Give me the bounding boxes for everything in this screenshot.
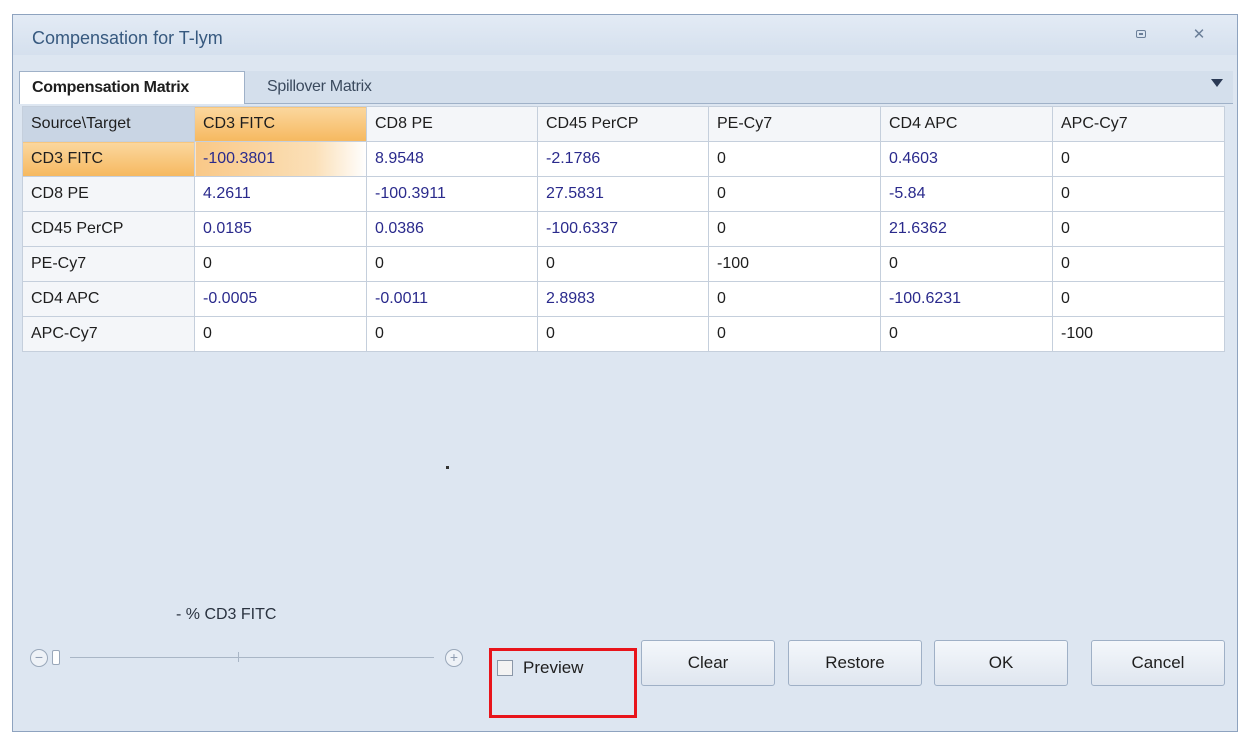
matrix-cell[interactable]: -100.6337 bbox=[537, 211, 709, 247]
tab-dropdown-icon[interactable] bbox=[1211, 79, 1223, 87]
corner-header: Source\Target bbox=[22, 106, 195, 142]
matrix-cell[interactable]: -100 bbox=[1052, 316, 1225, 352]
cancel-button[interactable]: Cancel bbox=[1091, 640, 1225, 686]
matrix-cell[interactable]: 0 bbox=[194, 246, 367, 282]
tab-spillover-matrix[interactable]: Spillover Matrix bbox=[255, 71, 384, 103]
restore-button[interactable]: Restore bbox=[788, 640, 922, 686]
table-row: CD8 PE 4.2611 -100.3911 27.5831 0 -5.84 0 bbox=[22, 176, 1225, 212]
matrix-cell[interactable]: -100.3911 bbox=[366, 176, 538, 212]
window-title: Compensation for T-lym bbox=[32, 28, 223, 48]
matrix-cell[interactable]: 0 bbox=[1052, 141, 1225, 177]
compensation-matrix-grid: Source\Target CD3 FITC CD8 PE CD45 PerCP… bbox=[22, 106, 1225, 352]
matrix-cell[interactable]: -100.6231 bbox=[880, 281, 1053, 317]
matrix-cell[interactable]: 0 bbox=[537, 316, 709, 352]
column-header[interactable]: CD3 FITC bbox=[194, 106, 367, 142]
matrix-cell[interactable]: 0 bbox=[537, 246, 709, 282]
matrix-cell[interactable]: 4.2611 bbox=[194, 176, 367, 212]
matrix-cell[interactable]: 0 bbox=[708, 316, 881, 352]
header-row: Source\Target CD3 FITC CD8 PE CD45 PerCP… bbox=[22, 106, 1225, 142]
close-icon[interactable]: ✕ bbox=[1189, 26, 1209, 44]
matrix-cell[interactable]: 2.8983 bbox=[537, 281, 709, 317]
ok-button[interactable]: OK bbox=[934, 640, 1068, 686]
clear-button[interactable]: Clear bbox=[641, 640, 775, 686]
row-header[interactable]: CD8 PE bbox=[22, 176, 195, 212]
matrix-cell[interactable]: -100.3801 bbox=[194, 141, 367, 177]
table-row: CD4 APC -0.0005 -0.0011 2.8983 0 -100.6231 0 bbox=[22, 281, 1225, 317]
zoom-label: - % CD3 FITC bbox=[176, 606, 277, 623]
tab-strip: Compensation Matrix Spillover Matrix bbox=[19, 71, 1233, 104]
row-header[interactable]: CD45 PerCP bbox=[22, 211, 195, 247]
column-header[interactable]: CD45 PerCP bbox=[537, 106, 709, 142]
matrix-cell[interactable]: 0 bbox=[708, 211, 881, 247]
matrix-cell[interactable]: 0 bbox=[880, 246, 1053, 282]
matrix-cell[interactable]: 0.4603 bbox=[880, 141, 1053, 177]
matrix-cell[interactable]: 8.9548 bbox=[366, 141, 538, 177]
restore-window-icon[interactable] bbox=[1131, 26, 1151, 44]
row-header[interactable]: CD4 APC bbox=[22, 281, 195, 317]
matrix-cell[interactable]: 0 bbox=[708, 176, 881, 212]
tab-compensation-matrix[interactable]: Compensation Matrix bbox=[19, 71, 245, 104]
zoom-slider-tick bbox=[238, 652, 239, 662]
row-header[interactable]: PE-Cy7 bbox=[22, 246, 195, 282]
matrix-cell[interactable]: -0.0005 bbox=[194, 281, 367, 317]
matrix-cell[interactable]: -0.0011 bbox=[366, 281, 538, 317]
stray-dot bbox=[446, 466, 449, 469]
matrix-cell[interactable]: 0 bbox=[708, 281, 881, 317]
table-row: CD3 FITC -100.3801 8.9548 -2.1786 0 0.4603 0 bbox=[22, 141, 1225, 177]
matrix-cell[interactable]: 0 bbox=[366, 316, 538, 352]
preview-checkbox[interactable] bbox=[497, 660, 513, 676]
matrix-cell[interactable]: -100 bbox=[708, 246, 881, 282]
matrix-cell[interactable]: -2.1786 bbox=[537, 141, 709, 177]
matrix-cell[interactable]: 27.5831 bbox=[537, 176, 709, 212]
preview-label[interactable]: Preview bbox=[523, 658, 583, 678]
matrix-cell[interactable]: 0 bbox=[366, 246, 538, 282]
table-row: PE-Cy7 0 0 0 -100 0 0 bbox=[22, 246, 1225, 282]
matrix-cell[interactable]: 0 bbox=[194, 316, 367, 352]
matrix-cell[interactable]: 0.0386 bbox=[366, 211, 538, 247]
table-row: CD45 PerCP 0.0185 0.0386 -100.6337 0 21.6362 0 bbox=[22, 211, 1225, 247]
zoom-out-icon[interactable]: − bbox=[30, 649, 48, 667]
matrix-cell[interactable]: 0 bbox=[880, 316, 1053, 352]
matrix-cell[interactable]: 0 bbox=[1052, 176, 1225, 212]
zoom-slider-track[interactable] bbox=[70, 657, 434, 658]
title-bar: Compensation for T-lym ✕ bbox=[13, 15, 1237, 55]
preview-checkbox-group[interactable]: Preview bbox=[497, 650, 583, 686]
row-header[interactable]: CD3 FITC bbox=[22, 141, 195, 177]
matrix-cell[interactable]: 0 bbox=[1052, 281, 1225, 317]
matrix-cell[interactable]: 0 bbox=[708, 141, 881, 177]
matrix-cell[interactable]: 0 bbox=[1052, 211, 1225, 247]
column-header[interactable]: CD4 APC bbox=[880, 106, 1053, 142]
column-header[interactable]: APC-Cy7 bbox=[1052, 106, 1225, 142]
zoom-in-icon[interactable]: + bbox=[445, 649, 463, 667]
column-header[interactable]: PE-Cy7 bbox=[708, 106, 881, 142]
matrix-cell[interactable]: 0 bbox=[1052, 246, 1225, 282]
zoom-slider-thumb[interactable] bbox=[52, 650, 60, 665]
matrix-cell[interactable]: 21.6362 bbox=[880, 211, 1053, 247]
row-header[interactable]: APC-Cy7 bbox=[22, 316, 195, 352]
matrix-cell[interactable]: 0.0185 bbox=[194, 211, 367, 247]
matrix-cell[interactable]: -5.84 bbox=[880, 176, 1053, 212]
table-row: APC-Cy7 0 0 0 0 0 -100 bbox=[22, 316, 1225, 352]
column-header[interactable]: CD8 PE bbox=[366, 106, 538, 142]
